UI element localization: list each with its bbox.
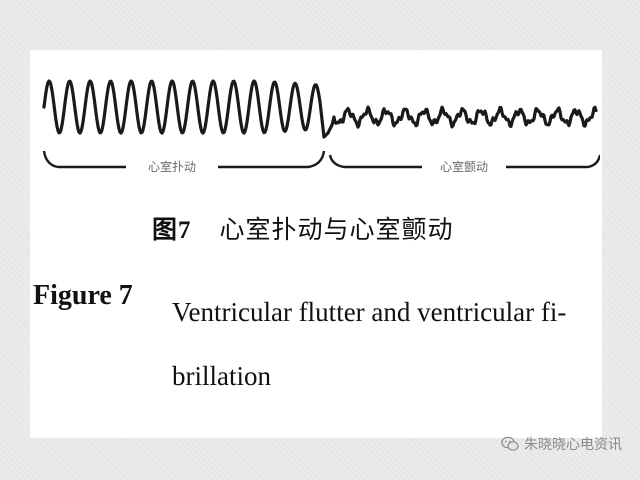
caption-english-line-1: Ventricular flutter and ventricular fi- — [172, 297, 567, 327]
ecg-trace-svg: 心室扑动 心室颤动 — [42, 79, 600, 174]
watermark: 朱晓晓心电资讯 — [501, 434, 622, 454]
wechat-icon — [501, 436, 519, 451]
ecg-figure: 心室扑动 心室颤动 — [40, 75, 600, 185]
caption-english-line-2: brillation — [172, 361, 271, 391]
ecg-trace — [42, 79, 598, 139]
caption-english-label: Figure 7 — [33, 280, 133, 311]
fibrillation-label: 心室颤动 — [440, 159, 488, 174]
caption-chinese: 图7 心室扑动与心室颤动 — [152, 210, 532, 246]
caption-chinese-number: 图7 — [152, 217, 192, 244]
flutter-label: 心室扑动 — [148, 159, 196, 174]
watermark-text: 朱晓晓心电资讯 — [524, 437, 622, 453]
caption-english-text: Ventricular flutter and ventricular fi- … — [172, 280, 602, 408]
caption-chinese-text: 心室扑动与心室颤动 — [219, 215, 454, 244]
